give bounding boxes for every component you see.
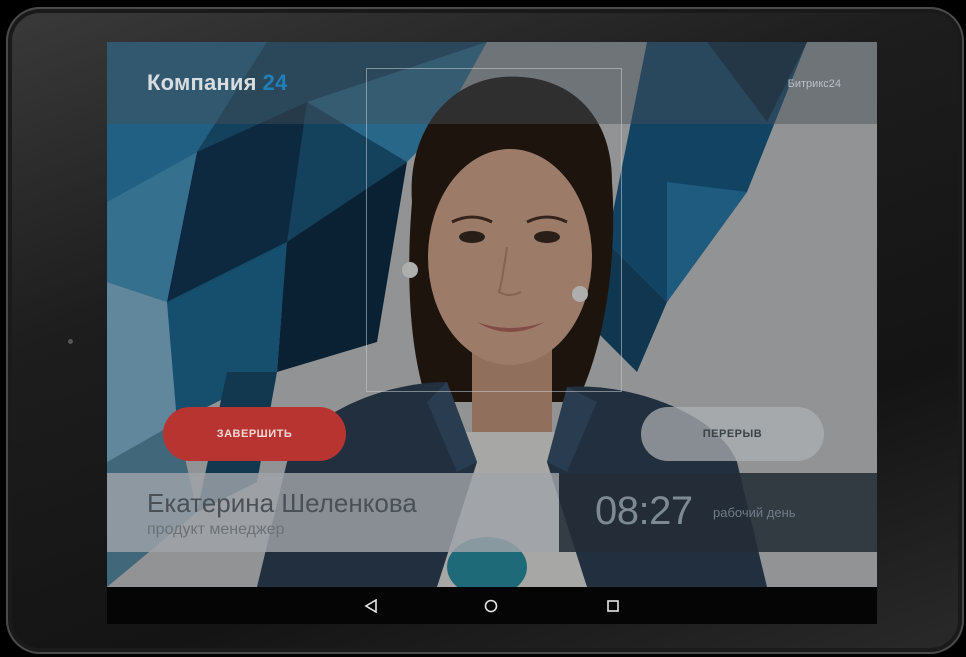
android-nav-bar — [107, 587, 877, 624]
timer-panel: 08:27 рабочий день — [559, 473, 877, 552]
employee-panel: Екатерина Шеленкова продукт менеджер — [107, 473, 559, 552]
employee-name: Екатерина Шеленкова — [147, 488, 417, 518]
home-icon[interactable] — [471, 587, 511, 624]
kiosk-screen: Компания 24 Битрикс24 ЗАВЕРШИТЬ ПЕРЕРЫВ Е… — [107, 42, 877, 624]
recents-icon[interactable] — [593, 587, 633, 624]
company-name: Компания — [147, 70, 257, 95]
back-icon[interactable] — [351, 587, 391, 624]
front-camera-dot — [68, 339, 73, 344]
company-number: 24 — [262, 70, 288, 95]
finish-button[interactable]: ЗАВЕРШИТЬ — [163, 407, 346, 461]
timer-label: рабочий день — [713, 505, 796, 520]
employee-role: продукт менеджер — [147, 521, 285, 538]
company-logo: Компания 24 — [147, 70, 288, 96]
work-timer: 08:27 — [595, 489, 693, 533]
face-detection-frame — [366, 68, 622, 392]
break-button[interactable]: ПЕРЕРЫВ — [641, 407, 824, 461]
brand-label: Битрикс24 — [787, 78, 841, 90]
